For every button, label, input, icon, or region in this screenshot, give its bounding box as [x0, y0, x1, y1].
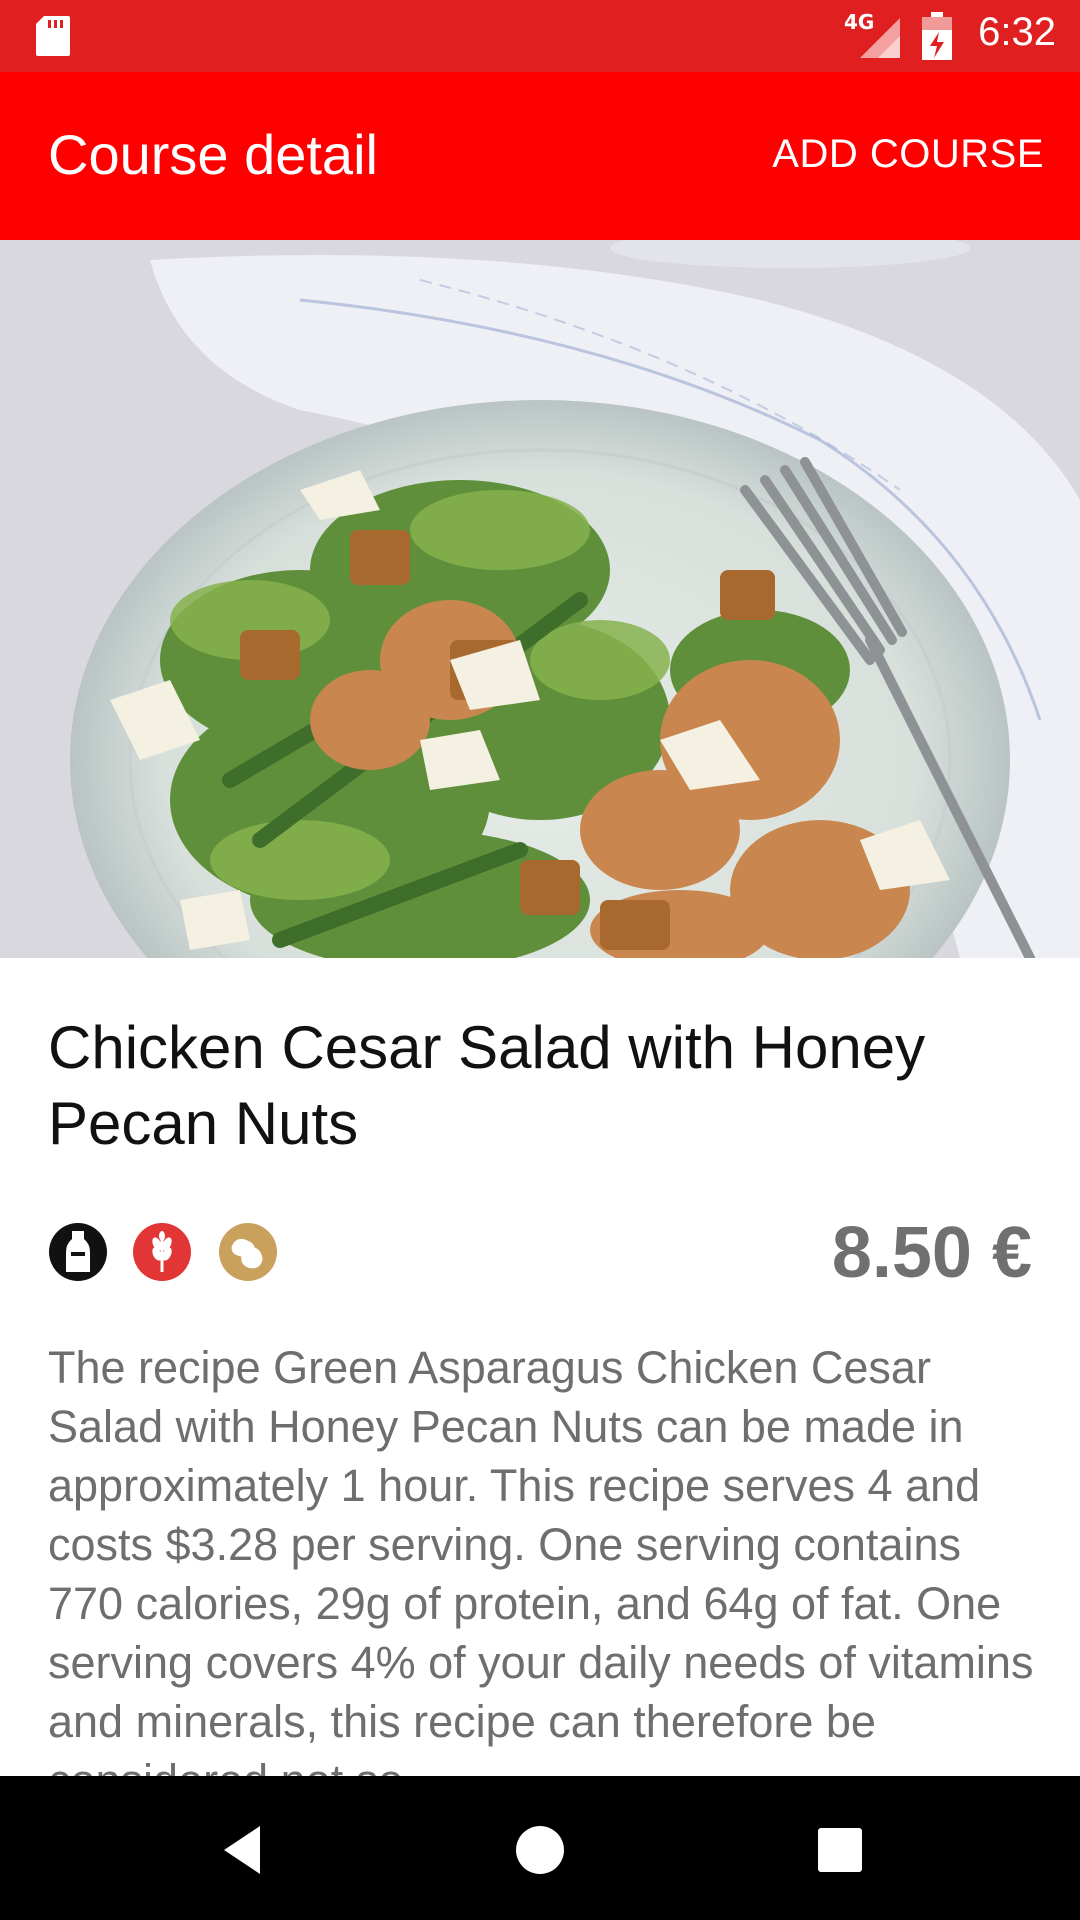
app-bar: Course detail ADD COURSE [0, 72, 1080, 240]
recents-icon[interactable] [810, 1820, 870, 1880]
salad-photo [0, 240, 1080, 958]
signal-icon [860, 18, 900, 58]
clock: 6:32 [978, 10, 1056, 54]
course-price: 8.50 € [831, 1213, 1032, 1293]
gluten-wheat-icon [133, 1223, 191, 1281]
milk-bottle-icon [49, 1223, 107, 1281]
home-icon[interactable] [510, 1820, 570, 1880]
course-description: The recipe Green Asparagus Chicken Cesar… [48, 1342, 1034, 1778]
course-image [0, 240, 1080, 958]
navigation-bar [0, 1776, 1080, 1920]
status-bar: 4G 6:32 [0, 0, 1080, 72]
peanut-icon [219, 1223, 277, 1281]
course-title: Chicken Cesar Salad with Honey Pecan Nut… [48, 1014, 926, 1157]
add-course-button[interactable]: ADD COURSE [772, 132, 1044, 177]
battery-charging-icon [922, 12, 952, 60]
sd-card-icon [36, 16, 70, 56]
page-title: Course detail [48, 123, 378, 186]
back-icon[interactable] [214, 1820, 274, 1880]
